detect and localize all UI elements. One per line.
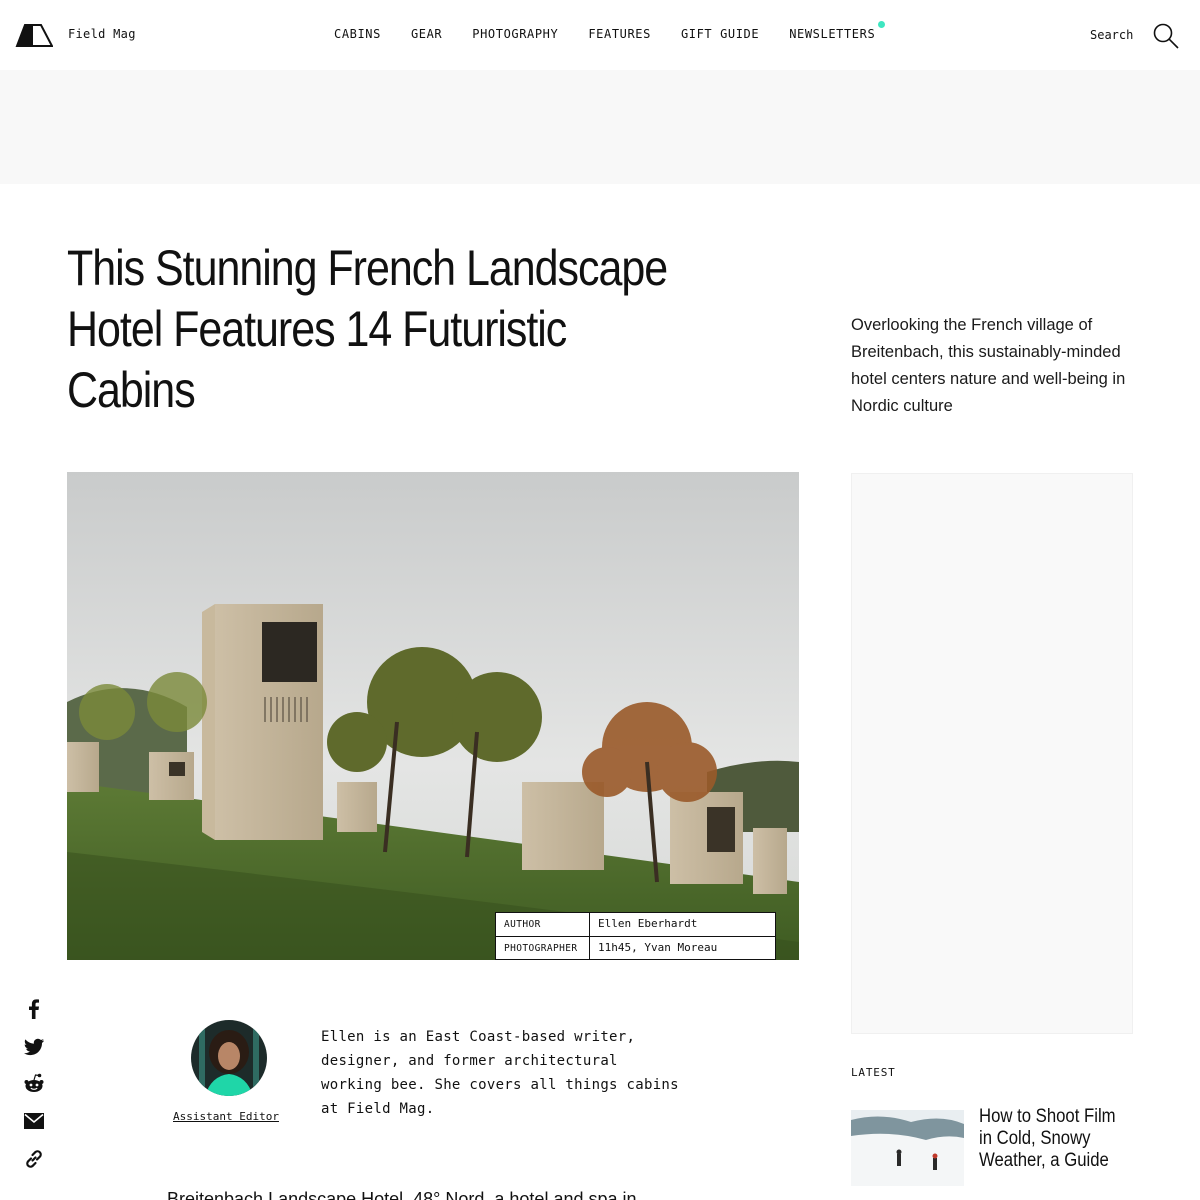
- search-label[interactable]: Search: [1090, 28, 1133, 42]
- author-bio: Ellen is an East Coast-based writer, des…: [321, 1029, 679, 1117]
- latest-item-title[interactable]: How to Shoot Film in Cold, Snowy Weather…: [979, 1106, 1129, 1172]
- credit-photographer-name: 11h45, Yvan Moreau: [598, 941, 718, 954]
- latest-heading: LATEST: [851, 1066, 896, 1079]
- field-mag-logo-icon[interactable]: [15, 23, 53, 47]
- hero-image: [67, 472, 799, 960]
- nav-cabins[interactable]: CABINS: [334, 27, 381, 41]
- nav-gear[interactable]: GEAR: [411, 27, 442, 41]
- email-icon[interactable]: [22, 1109, 46, 1133]
- article-deck: Overlooking the French village of Breite…: [851, 316, 1126, 415]
- credit-row-photographer: PHOTOGRAPHER 11h45, Yvan Moreau: [496, 936, 775, 959]
- article-body-first-line: Breitenbach Landscape Hotel, 48° Nord, a…: [167, 1189, 637, 1200]
- twitter-icon[interactable]: [22, 1035, 46, 1059]
- credit-key: PHOTOGRAPHER: [496, 937, 590, 959]
- author-avatar[interactable]: [191, 1020, 267, 1096]
- nav-newsletters-label: NEWSLETTERS: [789, 27, 876, 41]
- search-icon[interactable]: [1152, 22, 1180, 50]
- latest-item-thumbnail[interactable]: [851, 1110, 964, 1186]
- main-nav: CABINS GEAR PHOTOGRAPHY FEATURES GIFT GU…: [334, 21, 905, 41]
- sidebar-ad-placeholder: [851, 473, 1133, 1034]
- nav-features[interactable]: FEATURES: [588, 27, 651, 41]
- photo-credits-table: AUTHOR Ellen Eberhardt PHOTOGRAPHER 11h4…: [495, 912, 776, 960]
- nav-photography[interactable]: PHOTOGRAPHY: [472, 27, 558, 41]
- ad-banner-placeholder: [0, 70, 1200, 184]
- credit-author-name[interactable]: Ellen Eberhardt: [590, 913, 775, 936]
- author-role-link[interactable]: Assistant Editor: [173, 1110, 279, 1123]
- new-indicator-dot: [878, 21, 886, 28]
- site-header: Field Mag CABINS GEAR PHOTOGRAPHY FEATUR…: [0, 0, 1200, 70]
- nav-gift-guide[interactable]: GIFT GUIDE: [681, 27, 759, 41]
- facebook-icon[interactable]: [22, 997, 46, 1021]
- credit-row-author: AUTHOR Ellen Eberhardt: [496, 913, 775, 936]
- brand-name[interactable]: Field Mag: [68, 27, 136, 41]
- nav-newsletters[interactable]: NEWSLETTERS: [789, 21, 886, 41]
- link-icon[interactable]: [22, 1147, 46, 1171]
- credit-key: AUTHOR: [496, 913, 590, 936]
- reddit-icon[interactable]: [22, 1072, 46, 1096]
- article-title: This Stunning French Landscape Hotel Fea…: [67, 240, 668, 418]
